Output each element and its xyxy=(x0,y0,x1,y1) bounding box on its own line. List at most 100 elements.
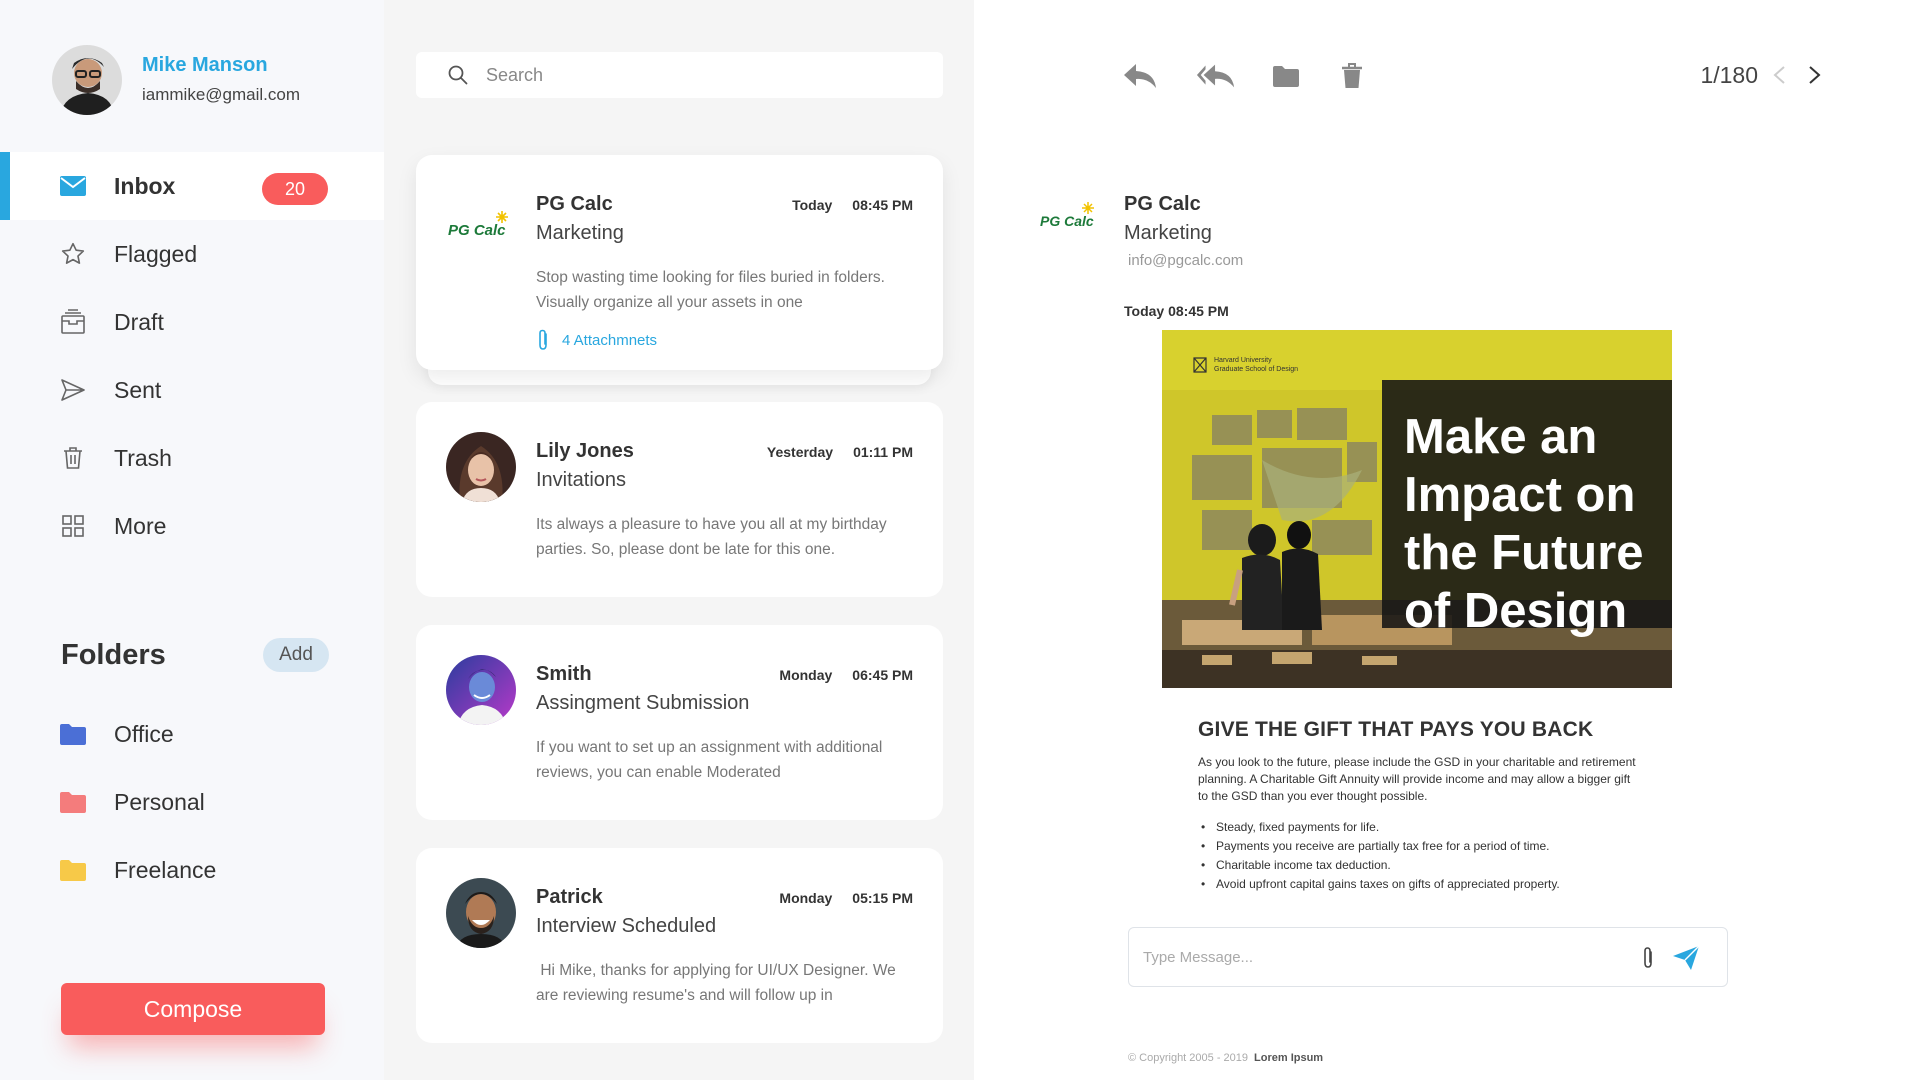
next-button[interactable] xyxy=(1800,60,1830,90)
mail-item-patrick[interactable]: Patrick Interview Scheduled Monday 05:15… xyxy=(416,848,943,1043)
logo-text: PG Calc xyxy=(1040,213,1094,229)
chevron-right-icon xyxy=(1809,66,1821,84)
footer: © Copyright 2005 - 2019 Lorem Ipsum xyxy=(1128,1052,1323,1064)
nav-label: Sent xyxy=(114,376,162,403)
mail-time: 05:15 PM xyxy=(852,890,913,906)
folder-icon xyxy=(1273,66,1299,87)
email-heading: GIVE THE GIFT THAT PAYS YOU BACK xyxy=(1198,718,1594,741)
mail-item-lily-jones[interactable]: Lily Jones Invitations Yesterday 01:11 P… xyxy=(416,402,943,597)
reading-pane: 1/180 PG Calc PG Calc Marketing info@pgc… xyxy=(974,0,1920,1080)
banner-line: Impact on xyxy=(1404,468,1636,522)
nav-label: Draft xyxy=(114,308,164,335)
send-button[interactable] xyxy=(1671,943,1701,973)
mail-sender: Patrick xyxy=(536,886,603,908)
banner-line: of Design xyxy=(1404,584,1628,638)
message-sender-email[interactable]: info@pgcalc.com xyxy=(1128,252,1243,269)
email-bullet-list: Steady, fixed payments for life. Payment… xyxy=(1201,818,1654,894)
pagination: 1/180 xyxy=(1700,60,1830,90)
chevron-left-icon xyxy=(1773,66,1785,84)
reply-button[interactable] xyxy=(1120,60,1160,92)
nav-item-more[interactable]: More xyxy=(0,492,384,560)
mail-day: Monday xyxy=(779,890,833,906)
folder-item-office[interactable]: Office xyxy=(60,700,216,768)
send-icon xyxy=(60,377,86,403)
folder-list: Office Personal Freelance xyxy=(60,700,216,904)
delete-button[interactable] xyxy=(1332,60,1372,92)
search-input[interactable]: Search xyxy=(486,65,543,86)
message-toolbar xyxy=(1120,60,1372,92)
mail-timestamp: Monday 06:45 PM xyxy=(779,667,913,683)
profile-name: Mike Manson xyxy=(142,54,268,76)
search-bar[interactable]: Search xyxy=(416,52,943,98)
mail-sender: Smith xyxy=(536,663,592,685)
mail-sender: Lily Jones xyxy=(536,440,634,462)
page-indicator: 1/180 xyxy=(1700,61,1758,88)
previous-button[interactable] xyxy=(1764,60,1794,90)
trash-icon xyxy=(1342,63,1362,88)
unread-count-badge: 20 xyxy=(262,173,328,205)
email-banner-image: Harvard University Graduate School of De… xyxy=(1162,330,1672,688)
profile-email: iammike@gmail.com xyxy=(142,85,301,104)
mail-subject: Marketing xyxy=(536,222,624,244)
avatar xyxy=(446,655,516,725)
avatar xyxy=(446,878,516,948)
footer-brand: Lorem Ipsum xyxy=(1254,1052,1324,1064)
nav-label: More xyxy=(114,512,167,539)
mail-day: Monday xyxy=(779,667,833,683)
star-icon xyxy=(60,241,86,267)
message-subject: Marketing xyxy=(1124,222,1212,244)
folder-item-freelance[interactable]: Freelance xyxy=(60,836,216,904)
mail-day: Yesterday xyxy=(766,444,834,460)
list-item: Steady, fixed payments for life. xyxy=(1201,818,1654,837)
mail-item-pg-calc[interactable]: PG Calc PG Calc Marketing Today 08:45 PM… xyxy=(416,155,943,370)
folder-icon xyxy=(60,792,86,813)
compose-button[interactable]: Compose xyxy=(61,983,325,1035)
banner-line: the Future xyxy=(1404,526,1644,580)
mail-sender: PG Calc xyxy=(536,193,613,215)
attachments-link[interactable]: 4 Attachmnets xyxy=(536,329,657,351)
banner-headline: Make an Impact on the Future of Design xyxy=(1382,380,1672,638)
folders-header: Folders Add xyxy=(61,638,329,672)
search-icon xyxy=(448,65,468,85)
mail-day: Today xyxy=(792,197,833,213)
nav-label: Trash xyxy=(114,444,172,471)
mail-preview: Hi Mike, thanks for applying for UI/UX D… xyxy=(536,962,901,1004)
attachments-count: 4 Attachmnets xyxy=(562,331,658,349)
grid-icon xyxy=(60,513,86,539)
attach-button[interactable] xyxy=(1635,945,1661,971)
user-profile[interactable]: Mike Manson iammike@gmail.com xyxy=(52,45,300,115)
sidebar: Mike Manson iammike@gmail.com Inbox 20 F… xyxy=(0,0,384,1080)
nav-label: Inbox xyxy=(114,172,176,199)
mail-item-smith[interactable]: Smith Assingment Submission Monday 06:45… xyxy=(416,625,943,820)
reply-all-icon xyxy=(1196,64,1235,88)
mail-list-pane: Search PG Calc PG Calc Marketing Today 0… xyxy=(384,0,974,1080)
org-line-2: Graduate School of Design xyxy=(1214,366,1299,373)
nav-item-trash[interactable]: Trash xyxy=(0,424,384,492)
harvard-gsd-logo: Harvard University Graduate School of De… xyxy=(1192,356,1298,374)
mail-timestamp: Yesterday 01:11 PM xyxy=(767,444,913,460)
reply-all-button[interactable] xyxy=(1196,60,1236,92)
add-folder-button[interactable]: Add xyxy=(263,638,329,672)
nav-item-draft[interactable]: Draft xyxy=(0,288,384,356)
list-item: Payments you receive are partially tax f… xyxy=(1201,837,1654,856)
message-sender: PG Calc xyxy=(1124,193,1201,215)
message-timestamp: Today 08:45 PM xyxy=(1124,303,1229,319)
folder-label: Office xyxy=(114,720,174,747)
nav-item-flagged[interactable]: Flagged xyxy=(0,220,384,288)
banner-line: Make an xyxy=(1404,410,1598,464)
folder-item-personal[interactable]: Personal xyxy=(60,768,216,836)
folder-label: Personal xyxy=(114,788,205,815)
paperclip-icon xyxy=(1644,947,1652,968)
nav-item-sent[interactable]: Sent xyxy=(0,356,384,424)
list-item: Charitable income tax deduction. xyxy=(1201,856,1654,875)
logo-text: PG Calc xyxy=(448,222,506,239)
folder-icon xyxy=(60,724,86,745)
mail-timestamp: Today 08:45 PM xyxy=(792,197,913,213)
move-to-folder-button[interactable] xyxy=(1266,60,1306,92)
mail-time: 06:45 PM xyxy=(852,667,913,683)
nav-item-inbox[interactable]: Inbox 20 xyxy=(0,152,384,220)
send-icon xyxy=(1673,945,1700,970)
message-input[interactable] xyxy=(1143,948,1623,966)
avatar xyxy=(52,45,122,115)
nav-label: Flagged xyxy=(114,240,198,267)
